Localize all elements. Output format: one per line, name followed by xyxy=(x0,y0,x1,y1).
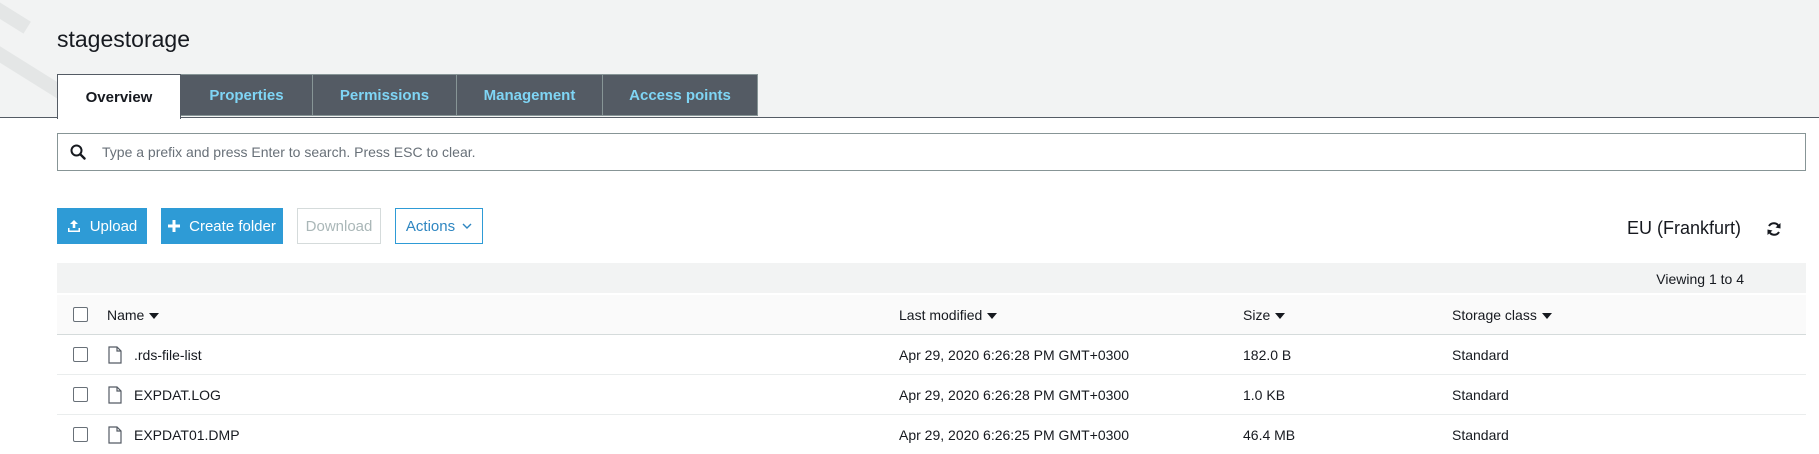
caret-down-icon xyxy=(1275,312,1286,319)
create-folder-button[interactable]: Create folder xyxy=(161,208,283,244)
bucket-title: stagestorage xyxy=(57,26,190,52)
region-label: EU (Frankfurt) xyxy=(1627,218,1742,238)
row-checkbox[interactable] xyxy=(73,347,88,362)
file-size: 182.0 B xyxy=(1243,346,1292,363)
last-modified: Apr 29, 2020 6:26:28 PM GMT+0300 xyxy=(899,386,1129,403)
column-size-header[interactable]: Size xyxy=(1243,295,1286,334)
file-name[interactable]: EXPDAT.LOG xyxy=(134,375,221,414)
file-icon xyxy=(108,346,122,364)
file-name[interactable]: .rds-file-list xyxy=(134,335,202,374)
viewing-range: Viewing 1 to 4 xyxy=(1656,271,1744,287)
column-storage-class-label: Storage class xyxy=(1452,306,1537,323)
storage-class: Standard xyxy=(1452,386,1509,403)
upload-label: Upload xyxy=(89,217,138,235)
tab-management[interactable]: Management xyxy=(457,74,603,116)
last-modified: Apr 29, 2020 6:26:25 PM GMT+0300 xyxy=(899,426,1129,443)
tab-permissions[interactable]: Permissions xyxy=(313,74,457,116)
caret-down-icon xyxy=(1541,312,1552,319)
tab-access-points[interactable]: Access points xyxy=(603,74,758,116)
row-checkbox[interactable] xyxy=(73,387,88,402)
download-label: Download xyxy=(305,217,373,235)
table-row[interactable]: EXPDAT.LOG Apr 29, 2020 6:26:28 PM GMT+0… xyxy=(57,375,1806,415)
download-button[interactable]: Download xyxy=(297,208,381,244)
storage-class: Standard xyxy=(1452,426,1509,443)
tab-overview[interactable]: Overview xyxy=(57,74,181,119)
file-size: 46.4 MB xyxy=(1243,426,1296,443)
row-checkbox[interactable] xyxy=(73,427,88,442)
file-icon xyxy=(108,426,122,444)
chevron-down-icon xyxy=(462,223,472,230)
select-all-checkbox[interactable] xyxy=(73,307,88,322)
actions-label: Actions xyxy=(405,217,456,235)
caret-down-icon xyxy=(149,312,160,319)
search-icon xyxy=(58,144,98,160)
column-size-label: Size xyxy=(1243,306,1271,323)
tab-properties[interactable]: Properties xyxy=(181,74,313,116)
upload-icon xyxy=(67,219,81,233)
caret-down-icon xyxy=(987,312,998,319)
upload-button[interactable]: Upload xyxy=(57,208,147,244)
storage-class: Standard xyxy=(1452,346,1509,363)
file-name[interactable]: EXPDAT01.DMP xyxy=(134,415,240,454)
column-name-header[interactable]: Name xyxy=(107,295,160,334)
column-last-modified-label: Last modified xyxy=(899,306,983,323)
search-box xyxy=(57,133,1806,171)
refresh-icon[interactable] xyxy=(1766,221,1782,237)
table-header: Name Last modified Size Storage class xyxy=(57,295,1806,335)
pagination-bar: Viewing 1 to 4 xyxy=(57,263,1806,293)
table-row[interactable]: .rds-file-list Apr 29, 2020 6:26:28 PM G… xyxy=(57,335,1806,375)
table-row[interactable]: EXPDAT01.DMP Apr 29, 2020 6:26:25 PM GMT… xyxy=(57,415,1806,454)
column-storage-class-header[interactable]: Storage class xyxy=(1452,295,1552,334)
plus-icon xyxy=(168,220,181,232)
file-icon xyxy=(108,386,122,404)
last-modified: Apr 29, 2020 6:26:28 PM GMT+0300 xyxy=(899,346,1129,363)
column-last-modified-header[interactable]: Last modified xyxy=(899,295,998,334)
file-size: 1.0 KB xyxy=(1243,386,1286,403)
column-name-label: Name xyxy=(107,306,145,323)
search-input[interactable] xyxy=(98,143,1805,161)
actions-dropdown[interactable]: Actions xyxy=(395,208,483,244)
tab-bar: Overview Properties Permissions Manageme… xyxy=(57,74,758,119)
create-folder-label: Create folder xyxy=(189,217,276,235)
